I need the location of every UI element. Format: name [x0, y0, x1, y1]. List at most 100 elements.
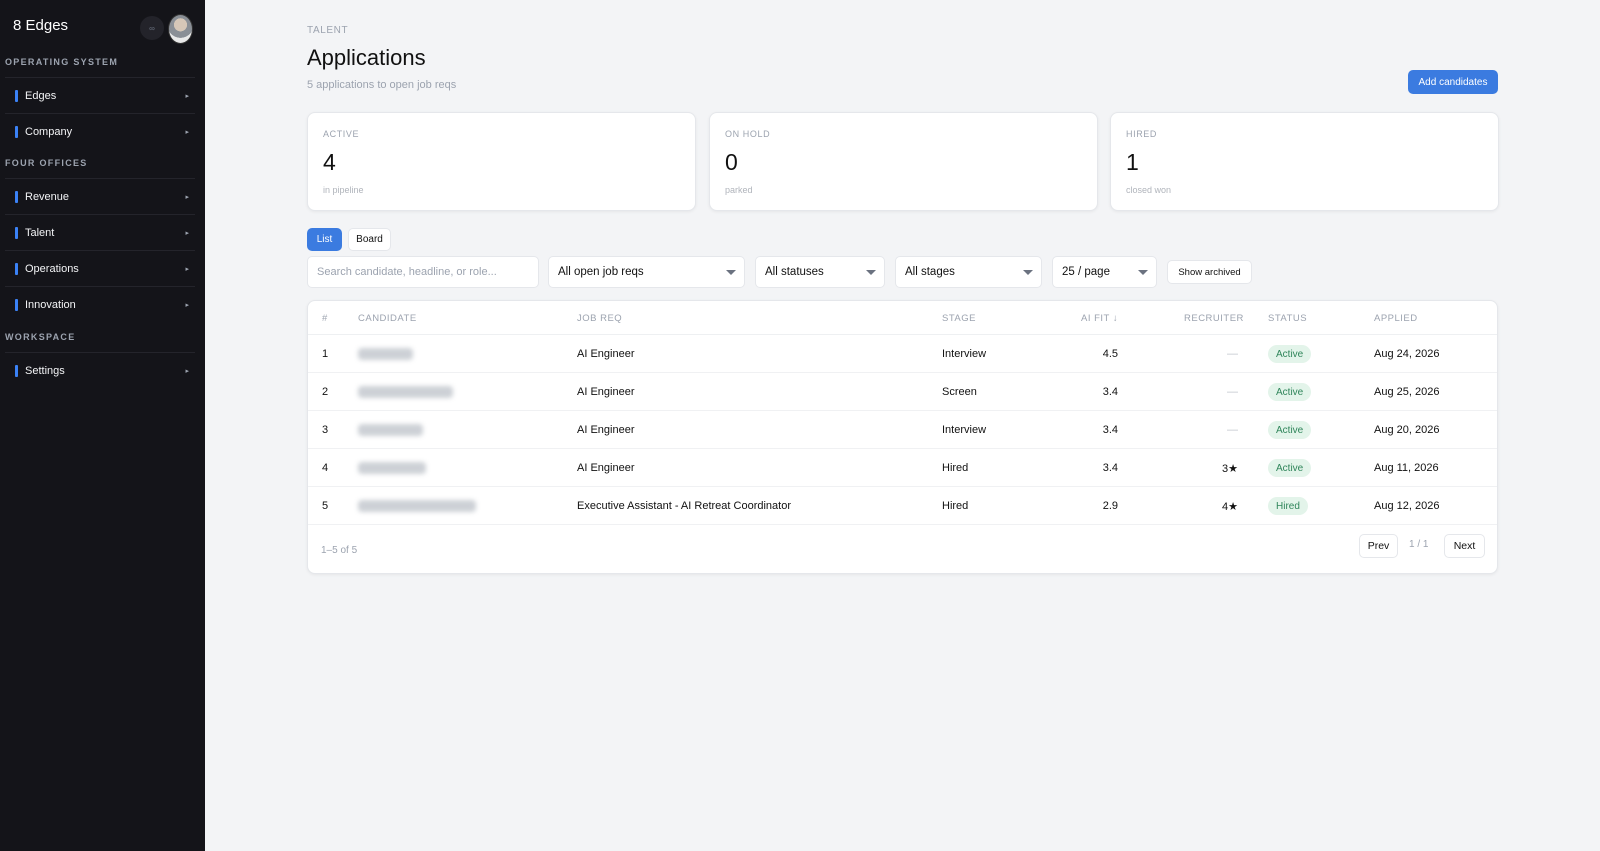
table-row[interactable]: 1 AI Engineer Interview 4.5 — Active Aug…: [308, 335, 1497, 373]
brand-name[interactable]: 8 Edges: [13, 17, 68, 34]
job-req-select[interactable]: All open job reqs: [548, 256, 745, 288]
add-candidates-button[interactable]: Add candidates: [1408, 70, 1498, 94]
column-header-number[interactable]: #: [322, 313, 328, 324]
nav-indicator: [15, 89, 18, 102]
nav-indicator: [15, 226, 18, 239]
sidebar-item-talent[interactable]: Talent ▸: [5, 214, 195, 250]
sidebar-item-operations[interactable]: Operations ▸: [5, 250, 195, 286]
sidebar-item-label: Edges: [25, 89, 57, 102]
select-value: All statuses: [765, 266, 824, 278]
stage-cell: Hired: [942, 462, 969, 474]
nav-indicator: [15, 298, 18, 311]
status-badge: Active: [1268, 459, 1312, 477]
nav-indicator: [15, 125, 18, 138]
candidate-name-redacted[interactable]: [358, 424, 423, 436]
section-title-operating-system: OPERATING SYSTEM: [5, 57, 119, 67]
sidebar-item-label: Company: [25, 125, 73, 138]
job-req-cell[interactable]: AI Engineer: [577, 424, 634, 436]
breadcrumb: TALENT: [307, 25, 349, 36]
page-indicator: 1 / 1: [1409, 539, 1429, 550]
applied-cell: Aug 25, 2026: [1374, 386, 1440, 398]
job-req-cell[interactable]: AI Engineer: [577, 462, 634, 474]
applications-table: # CANDIDATE JOB REQ STAGE AI FIT ↓ RECRU…: [307, 300, 1498, 574]
candidate-name-redacted[interactable]: [358, 500, 476, 512]
sidebar-item-edges[interactable]: Edges ▸: [5, 77, 195, 113]
stage-select[interactable]: All stages: [895, 256, 1042, 288]
nav-indicator: [15, 364, 18, 377]
stat-value: 1: [1126, 149, 1139, 175]
recruiter-rating: 3★: [1222, 463, 1238, 475]
recruiter-cell: —: [1227, 424, 1238, 436]
column-header-ai-fit[interactable]: AI FIT ↓: [1081, 313, 1118, 324]
prev-page-button[interactable]: Prev: [1359, 534, 1398, 558]
select-value: 25 / page: [1062, 266, 1110, 278]
ai-fit-cell: 4.5: [1102, 348, 1118, 360]
nav-indicator: [15, 190, 18, 203]
chevron-right-icon: ▸: [185, 367, 189, 375]
section-title-workspace: WORKSPACE: [5, 332, 76, 342]
stat-label: HIRED: [1126, 129, 1158, 139]
status-badge: Active: [1268, 421, 1312, 439]
table-row[interactable]: 5 Executive Assistant - AI Retreat Coord…: [308, 487, 1497, 525]
avatar[interactable]: [168, 14, 193, 44]
search-input[interactable]: [307, 256, 539, 288]
stat-card-on-hold: ON HOLD 0 parked: [709, 112, 1098, 211]
tab-list[interactable]: List: [307, 228, 342, 251]
stat-sub: parked: [725, 185, 753, 195]
stage-cell: Interview: [942, 348, 987, 360]
candidate-name-redacted[interactable]: [358, 348, 413, 360]
candidate-name-redacted[interactable]: [358, 462, 426, 474]
chevron-right-icon: ▸: [185, 193, 189, 201]
column-header-recruiter[interactable]: RECRUITER: [1184, 313, 1244, 324]
sidebar-item-label: Innovation: [25, 298, 76, 311]
ai-fit-cell: 2.9: [1102, 500, 1118, 512]
recruiter-cell: —: [1227, 386, 1238, 398]
sidebar-item-label: Operations: [25, 262, 79, 275]
status-badge: Active: [1268, 345, 1312, 363]
sidebar-item-innovation[interactable]: Innovation ▸: [5, 286, 195, 322]
applied-cell: Aug 12, 2026: [1374, 500, 1440, 512]
job-req-cell[interactable]: Executive Assistant - AI Retreat Coordin…: [577, 500, 791, 512]
sidebar-item-revenue[interactable]: Revenue ▸: [5, 178, 195, 214]
column-header-status[interactable]: STATUS: [1268, 313, 1307, 324]
stage-cell: Interview: [942, 424, 987, 436]
sidebar-item-label: Settings: [25, 364, 65, 377]
stat-label: ON HOLD: [725, 129, 771, 139]
next-page-button[interactable]: Next: [1444, 534, 1485, 558]
nav-indicator: [15, 262, 18, 275]
ai-fit-cell: 3.4: [1102, 424, 1118, 436]
status-select[interactable]: All statuses: [755, 256, 885, 288]
pagination-info: 1–5 of 5: [321, 545, 358, 556]
table-row[interactable]: 3 AI Engineer Interview 3.4 — Active Aug…: [308, 411, 1497, 449]
job-req-cell[interactable]: AI Engineer: [577, 348, 634, 360]
table-row[interactable]: 4 AI Engineer Hired 3.4 3★ Active Aug 11…: [308, 449, 1497, 487]
table-header: # CANDIDATE JOB REQ STAGE AI FIT ↓ RECRU…: [308, 301, 1497, 335]
stat-sub: closed won: [1126, 185, 1172, 195]
column-header-applied[interactable]: APPLIED: [1374, 313, 1418, 324]
sidebar-item-company[interactable]: Company ▸: [5, 113, 195, 149]
recruiter-rating: 4★: [1222, 501, 1238, 513]
tab-board[interactable]: Board: [348, 228, 391, 251]
select-value: All open job reqs: [558, 266, 644, 278]
ai-fit-cell: 3.4: [1102, 386, 1118, 398]
select-value: All stages: [905, 266, 955, 278]
page-title: Applications: [307, 45, 426, 70]
table-row[interactable]: 2 AI Engineer Screen 3.4 — Active Aug 25…: [308, 373, 1497, 411]
sidebar-item-settings[interactable]: Settings ▸: [5, 352, 195, 388]
job-req-cell[interactable]: AI Engineer: [577, 386, 634, 398]
stage-cell: Screen: [942, 386, 977, 398]
row-number: 1: [322, 348, 329, 360]
column-header-stage[interactable]: STAGE: [942, 313, 976, 324]
column-header-candidate[interactable]: CANDIDATE: [358, 313, 417, 324]
column-header-job-req[interactable]: JOB REQ: [577, 313, 622, 324]
chevron-down-icon: [1138, 270, 1148, 275]
section-title-four-offices: FOUR OFFICES: [5, 158, 88, 168]
stat-value: 0: [725, 149, 738, 175]
infinity-icon[interactable]: ∞: [140, 16, 164, 40]
row-number: 5: [322, 500, 329, 512]
per-page-select[interactable]: 25 / page: [1052, 256, 1157, 288]
show-archived-button[interactable]: Show archived: [1167, 260, 1252, 284]
candidate-name-redacted[interactable]: [358, 386, 453, 398]
sidebar-item-label: Revenue: [25, 190, 70, 203]
stat-sub: in pipeline: [323, 185, 364, 195]
